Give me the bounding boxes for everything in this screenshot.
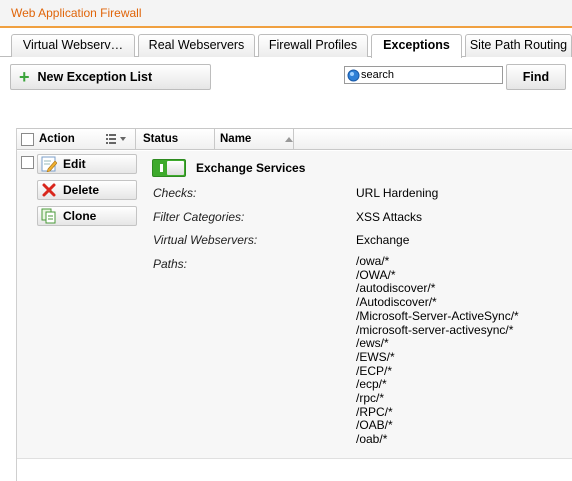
title-underline [0, 26, 572, 28]
tab-site-path-routing[interactable]: Site Path Routing [465, 34, 572, 57]
tab-bar: Virtual Webserv… Real Webservers Firewal… [0, 34, 572, 58]
path-item: /rpc/* [356, 391, 385, 406]
clone-label: Clone [63, 209, 97, 223]
edit-button[interactable]: Edit [37, 154, 137, 174]
exception-name: Exchange Services [196, 161, 306, 175]
toggle-on-indicator [160, 164, 163, 172]
path-item: /ECP/* [356, 363, 393, 378]
search-input[interactable] [360, 67, 500, 83]
window-title: Web Application Firewall [11, 6, 142, 20]
column-status[interactable]: Status [136, 129, 215, 150]
edit-icon [41, 156, 57, 172]
paths-list: /owa/* /OWA/* /autodiscover/* /Autodisco… [356, 254, 519, 447]
filter-categories-label: Filter Categories: [153, 210, 245, 224]
delete-icon [42, 183, 56, 197]
path-item: /autodiscover/* [356, 281, 436, 296]
virtual-webservers-value: Exchange [356, 233, 410, 247]
path-item: /OWA/* [356, 267, 396, 282]
row-checkbox[interactable] [21, 156, 34, 169]
plus-icon: + [19, 67, 30, 87]
tab-firewall-profiles[interactable]: Firewall Profiles [258, 34, 368, 57]
delete-label: Delete [63, 183, 100, 197]
new-exception-list-button[interactable]: + New Exception List [10, 64, 211, 90]
toggle-knob [167, 161, 184, 175]
tab-real-webservers[interactable]: Real Webservers [138, 34, 255, 57]
path-item: /RPC/* [356, 404, 393, 419]
search-icon [347, 69, 360, 81]
path-item: /microsoft-server-activesync/* [356, 322, 514, 337]
exceptions-grid: Action Status Name Edit Delete Clone Exc… [16, 128, 572, 481]
path-item: /EWS/* [356, 349, 395, 364]
sort-ascending-icon[interactable] [285, 137, 293, 142]
checks-value: URL Hardening [356, 186, 439, 200]
tab-virtual-webservers[interactable]: Virtual Webserv… [11, 34, 135, 57]
tab-exceptions[interactable]: Exceptions [371, 34, 462, 58]
column-name[interactable]: Name [215, 129, 294, 150]
column-action-label: Action [39, 133, 75, 145]
clone-button[interactable]: Clone [37, 206, 137, 226]
window-titlebar: Web Application Firewall [0, 0, 572, 28]
delete-button[interactable]: Delete [37, 180, 137, 200]
column-menu-icon[interactable] [106, 134, 128, 144]
paths-label: Paths: [153, 257, 188, 271]
path-item: /ews/* [356, 336, 389, 351]
edit-label: Edit [63, 157, 86, 171]
clone-icon [41, 208, 56, 224]
path-item: /oab/* [356, 432, 388, 447]
checks-label: Checks: [153, 186, 197, 200]
path-item: /Microsoft-Server-ActiveSync/* [356, 308, 519, 323]
grid-header: Action Status Name [17, 128, 572, 150]
filter-categories-value: XSS Attacks [356, 210, 423, 224]
new-exception-list-label: New Exception List [37, 70, 153, 84]
find-button[interactable]: Find [506, 64, 566, 90]
column-action[interactable]: Action [17, 129, 136, 150]
status-toggle[interactable] [152, 159, 186, 177]
path-item: /OAB/* [356, 418, 393, 433]
path-item: /Autodiscover/* [356, 295, 437, 310]
table-row: Edit Delete Clone Exchange Services Chec… [17, 151, 572, 459]
search-box[interactable] [344, 66, 503, 84]
path-item: /ecp/* [356, 377, 387, 392]
path-item: /owa/* [356, 254, 390, 268]
virtual-webservers-label: Virtual Webservers: [153, 233, 258, 247]
column-name-label: Name [220, 133, 252, 145]
